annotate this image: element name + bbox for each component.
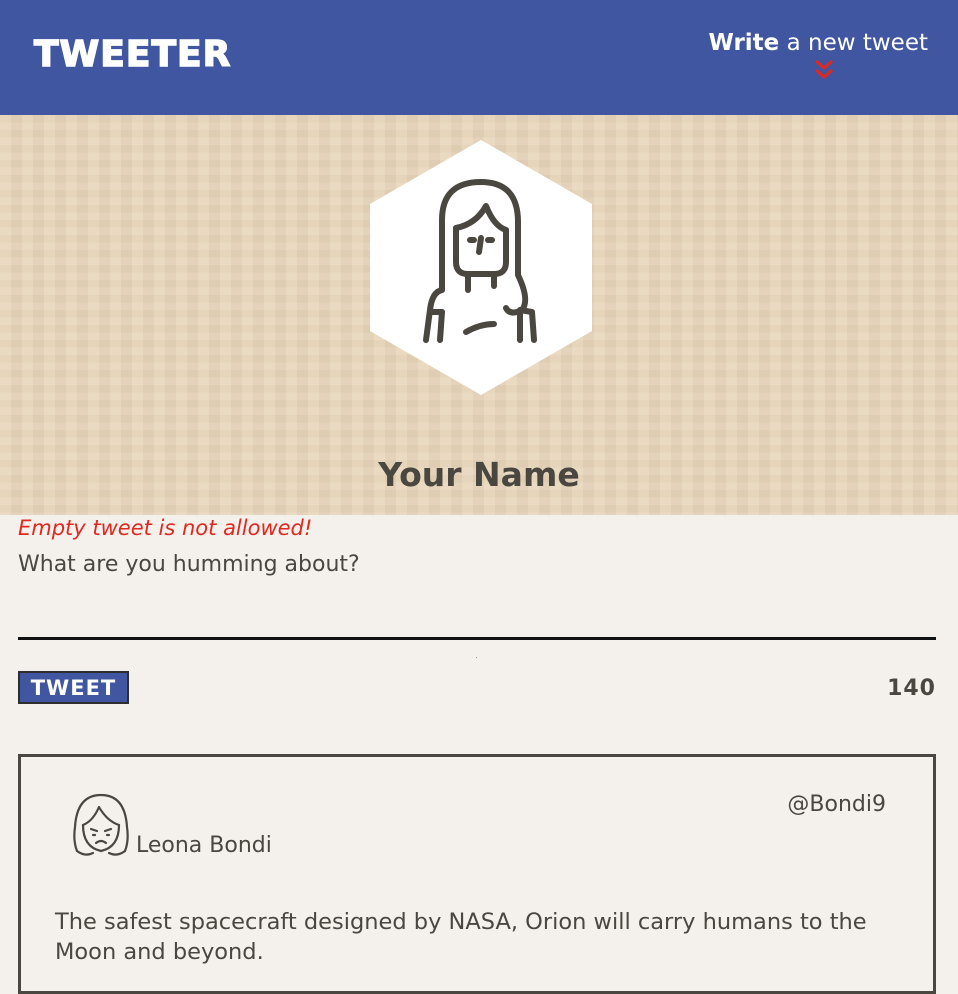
new-tweet-label: a new tweet <box>779 30 928 56</box>
profile-banner: Your Name <box>0 115 958 515</box>
app-logo[interactable]: TWEETER <box>33 33 231 76</box>
tweet-textarea[interactable] <box>18 548 936 640</box>
frowning-woman-avatar-icon <box>73 793 129 856</box>
error-message: Empty tweet is not allowed! <box>18 516 313 540</box>
divider-dot <box>476 657 477 658</box>
tweet-text: The safest spacecraft designed by NASA, … <box>55 909 867 965</box>
write-label: Write <box>708 30 780 56</box>
woman-avatar-icon <box>370 140 592 395</box>
profile-name: Your Name <box>378 455 580 494</box>
tweet-author: Leona Bondi <box>136 833 272 858</box>
tweet-submit-button[interactable]: TWEET <box>18 671 129 704</box>
write-new-tweet-toggle[interactable]: Write a new tweet <box>708 30 928 82</box>
character-counter: 140 <box>887 676 936 701</box>
double-chevron-down-icon[interactable] <box>812 58 836 82</box>
tweet-card: Leona Bondi @Bondi9 The safest spacecraf… <box>18 754 936 994</box>
tweet-handle[interactable]: @Bondi9 <box>787 792 886 817</box>
top-nav: TWEETER Write a new tweet <box>0 0 958 115</box>
